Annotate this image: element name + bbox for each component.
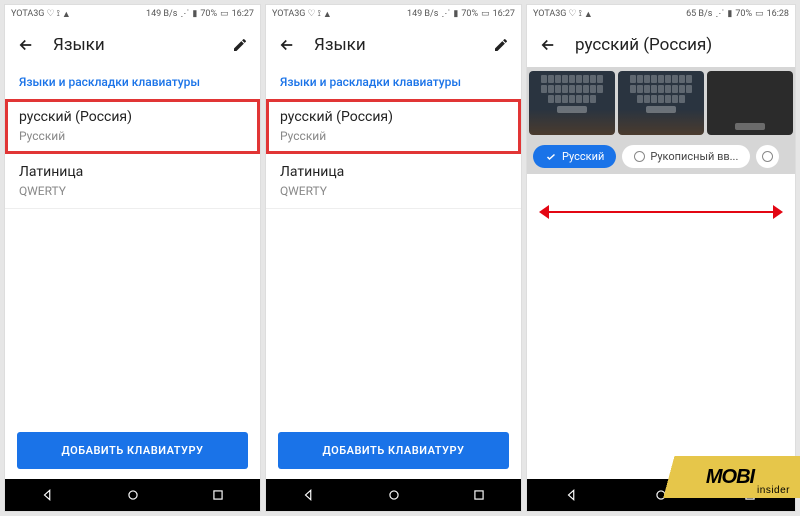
nav-home-icon[interactable] [126, 488, 140, 502]
back-arrow-icon[interactable] [278, 36, 296, 54]
nav-recent-icon[interactable] [211, 488, 225, 502]
language-title: Латиница [280, 164, 507, 180]
swipe-hint-arrow [527, 202, 795, 222]
keyboard-theme-thumbnail[interactable] [618, 71, 704, 135]
nav-recent-icon[interactable] [472, 488, 486, 502]
section-link[interactable]: Языки и раскладки клавиатуры [5, 67, 260, 99]
page-title: русский (Россия) [575, 35, 712, 55]
android-nav-bar [5, 479, 260, 511]
radio-icon [762, 151, 773, 162]
language-item-russian[interactable]: русский (Россия) Русский [266, 99, 521, 154]
clock: 16:27 [232, 9, 254, 19]
phone-screen-3: YOTA3G ♡ ⟟ ▲ 65 B/s ⋰ ▮ 70% ▭ 16:28 русс… [526, 4, 796, 512]
signal-icon: ▲ [323, 9, 332, 20]
header: Языки [266, 23, 521, 67]
back-arrow-icon[interactable] [17, 36, 35, 54]
keyboard-theme-carousel[interactable] [527, 67, 795, 139]
location-icon: ⟟ [579, 9, 582, 19]
heart-icon: ♡ [307, 9, 315, 19]
battery-pct: 70% [461, 9, 478, 19]
watermark-brand: MOBI [706, 466, 754, 489]
chip-label: Рукописный вв... [650, 150, 738, 163]
heart-icon: ♡ [46, 9, 54, 19]
battery-icon: ▭ [481, 9, 490, 19]
language-item-latin[interactable]: Латиница QWERTY [5, 154, 260, 209]
battery-icon: ▭ [755, 9, 764, 19]
arrow-right-icon [773, 205, 783, 219]
battery-pct: 70% [735, 9, 752, 19]
watermark-sub: insider [757, 485, 790, 496]
carrier-label: YOTA3G [272, 9, 305, 19]
language-subtitle: QWERTY [19, 184, 246, 198]
language-subtitle: QWERTY [280, 184, 507, 198]
layout-chip-handwriting[interactable]: Рукописный вв... [622, 145, 750, 168]
language-subtitle: Русский [19, 129, 246, 143]
carrier-label: YOTA3G [533, 9, 566, 19]
net-speed: 65 B/s [686, 9, 712, 19]
battery-pct: 70% [200, 9, 217, 19]
phone-screen-2: YOTA3G ♡ ⟟ ▲ 149 B/s ⋰ ▮ 70% ▭ 16:27 Язы… [265, 4, 522, 512]
section-link[interactable]: Языки и раскладки клавиатуры [266, 67, 521, 99]
signal-bars-icon: ▮ [453, 9, 458, 19]
page-title: Языки [53, 35, 105, 55]
back-arrow-icon[interactable] [539, 36, 557, 54]
signal-bars-icon: ▮ [727, 9, 732, 19]
check-icon [545, 151, 557, 163]
status-bar: YOTA3G ♡ ⟟ ▲ 149 B/s ⋰ ▮ 70% ▭ 16:27 [266, 5, 521, 23]
signal-icon: ▲ [62, 9, 71, 20]
language-item-russian[interactable]: русский (Россия) Русский [5, 99, 260, 154]
add-keyboard-button[interactable]: ДОБАВИТЬ КЛАВИАТУРУ [278, 432, 509, 469]
phone-screen-1: YOTA3G ♡ ⟟ ▲ 149 B/s ⋰ ▮ 70% ▭ 16:27 Язы… [4, 4, 261, 512]
wifi-icon: ⋰ [441, 9, 450, 19]
header: Языки [5, 23, 260, 67]
location-icon: ⟟ [57, 9, 60, 19]
carrier-label: YOTA3G [11, 9, 44, 19]
watermark-badge: MOBI insider [660, 456, 800, 498]
location-icon: ⟟ [318, 9, 321, 19]
android-nav-bar [266, 479, 521, 511]
header: русский (Россия) [527, 23, 795, 67]
nav-back-icon[interactable] [565, 488, 579, 502]
wifi-icon: ⋰ [180, 9, 189, 19]
language-title: русский (Россия) [280, 109, 507, 125]
edit-pencil-icon[interactable] [232, 37, 248, 53]
page-title: Языки [314, 35, 366, 55]
status-bar: YOTA3G ♡ ⟟ ▲ 149 B/s ⋰ ▮ 70% ▭ 16:27 [5, 5, 260, 23]
nav-back-icon[interactable] [302, 488, 316, 502]
heart-icon: ♡ [568, 9, 576, 19]
battery-icon: ▭ [220, 9, 229, 19]
language-subtitle: Русский [280, 129, 507, 143]
wifi-icon: ⋰ [715, 9, 724, 19]
keyboard-theme-thumbnail[interactable] [529, 71, 615, 135]
layout-chips-row: Русский Рукописный вв... [527, 139, 795, 174]
language-title: Латиница [19, 164, 246, 180]
status-bar: YOTA3G ♡ ⟟ ▲ 65 B/s ⋰ ▮ 70% ▭ 16:28 [527, 5, 795, 23]
keyboard-theme-thumbnail[interactable] [707, 71, 793, 135]
signal-bars-icon: ▮ [192, 9, 197, 19]
radio-icon [634, 151, 645, 162]
chip-label: Русский [562, 150, 604, 163]
clock: 16:28 [767, 9, 789, 19]
edit-pencil-icon[interactable] [493, 37, 509, 53]
language-item-latin[interactable]: Латиница QWERTY [266, 154, 521, 209]
net-speed: 149 B/s [407, 9, 438, 19]
language-title: русский (Россия) [19, 109, 246, 125]
nav-back-icon[interactable] [41, 488, 55, 502]
layout-chip-russian[interactable]: Русский [533, 145, 616, 168]
clock: 16:27 [493, 9, 515, 19]
net-speed: 149 B/s [146, 9, 177, 19]
signal-icon: ▲ [584, 9, 593, 20]
layout-chip-more[interactable] [756, 145, 779, 168]
add-keyboard-button[interactable]: ДОБАВИТЬ КЛАВИАТУРУ [17, 432, 248, 469]
nav-home-icon[interactable] [387, 488, 401, 502]
